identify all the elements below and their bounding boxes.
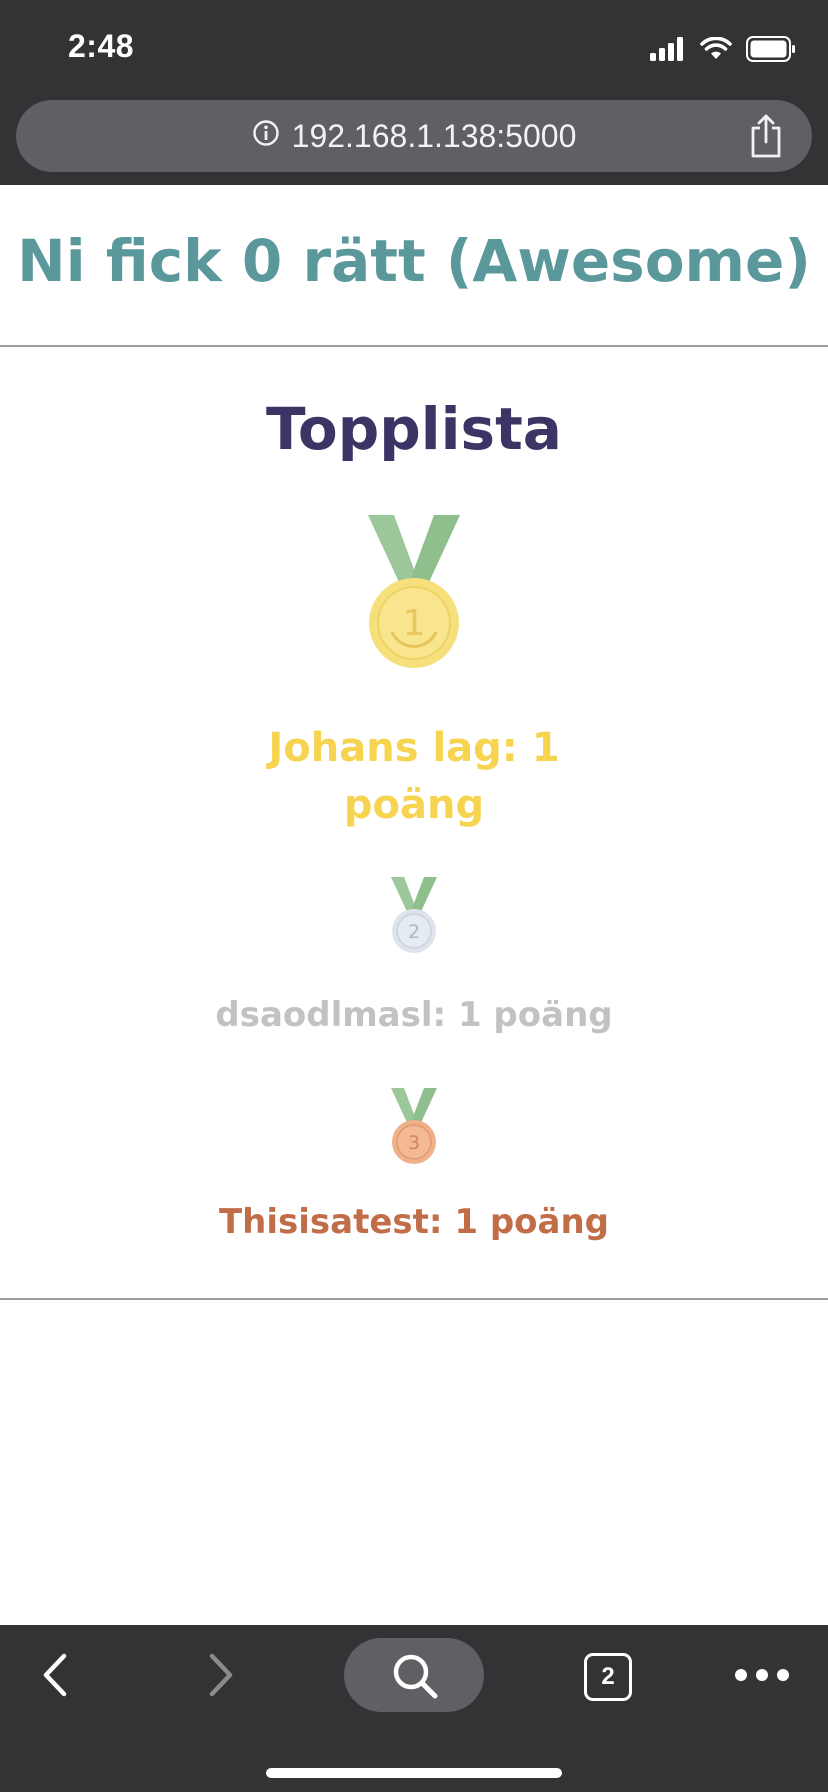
tabs-button[interactable]: 2 [584,1653,632,1701]
gold-medal-icon: 1 [364,515,464,679]
battery-icon [746,36,796,66]
leaderboard-entry-3: Thisisatest: 1 poäng [218,1202,610,1242]
bronze-medal-number: 3 [408,1132,420,1154]
result-title: Ni fick 0 rätt (Awesome) [17,227,811,295]
url-text: 192.168.1.138:5000 [291,117,577,154]
info-icon[interactable] [252,118,280,155]
page-content: Ni fick 0 rätt (Awesome) Topplista 1 Joh… [0,185,828,1625]
share-icon[interactable] [746,112,786,160]
browser-bottom-toolbar: 2 [0,1625,828,1792]
browser-top-chrome: 2:48 192.168.1.138:5000 [0,0,828,185]
search-icon [391,1652,439,1704]
bronze-medal-icon: 3 [389,1088,439,1172]
signal-icon [650,37,686,65]
gold-medal-number: 1 [403,603,426,644]
forward-button[interactable] [196,1645,246,1705]
chevron-right-icon [209,1653,233,1697]
more-icon [735,1669,789,1681]
tab-count: 2 [601,1663,615,1690]
silver-medal-icon: 2 [389,877,439,961]
leaderboard-entry-2: dsaodlmasl: 1 poäng [215,995,613,1035]
leaderboard-entry-1: Johans lag: 1 poäng [268,725,560,828]
divider [0,1298,828,1300]
status-time: 2:48 [68,28,135,64]
back-button[interactable] [30,1645,80,1705]
more-button[interactable] [730,1655,794,1695]
silver-medal-number: 2 [408,921,420,943]
chevron-left-icon [43,1653,67,1697]
status-icons [650,36,796,66]
wifi-icon [700,36,732,65]
divider [0,345,828,347]
address-bar[interactable]: 192.168.1.138:5000 [16,100,812,172]
search-button[interactable] [344,1638,484,1712]
home-indicator [266,1768,562,1778]
leaderboard-title: Topplista [266,395,562,463]
